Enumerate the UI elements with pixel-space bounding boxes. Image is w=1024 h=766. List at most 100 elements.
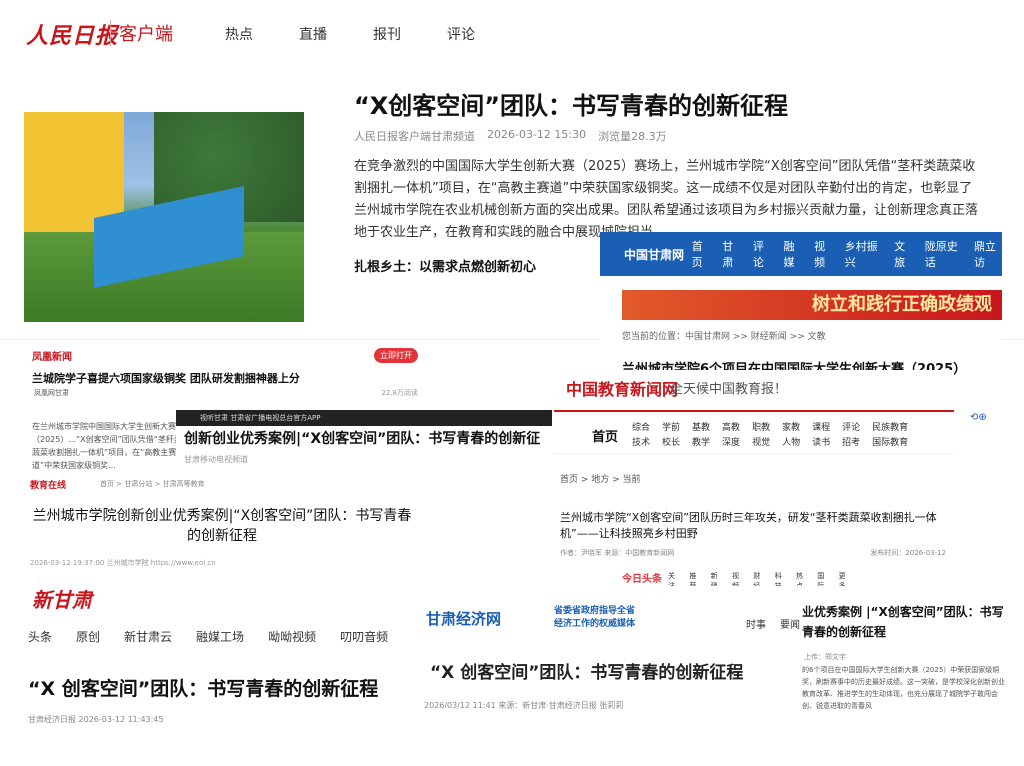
nav-item[interactable]: 评论 [753, 238, 772, 270]
nav-item[interactable]: 原创 [76, 628, 100, 645]
edu-news-logo[interactable]: 中国教育新闻网 [566, 376, 678, 400]
article-subheading: 扎根乡土：以需求点燃创新初心 [354, 260, 537, 275]
gansu-economy-logo[interactable]: 甘肃经济网 [426, 608, 501, 629]
gansu-net-nav: 首页 甘肃 评论 融媒 视频 乡村振兴 文旅 陇原史话 鼎立访 [692, 238, 1002, 270]
nav-item[interactable]: 科技 [775, 571, 788, 586]
new-gansu-article: 新甘肃 头条 原创 新甘肃云 融媒工场 呦呦视频 叨叨音频 “X 创客空间”团队… [12, 578, 408, 738]
article-meta: 人民日报客户端甘肃频道 2026-03-12 15:30 浏览量28.3万 [354, 128, 667, 144]
peoples-daily-logo[interactable]: 人民日报 [26, 18, 118, 50]
gansu-economy-title: “X 创客空间”团队：书写青春的创新征程 [430, 663, 744, 683]
open-app-button[interactable]: 立即打开 [374, 348, 418, 363]
nav-item[interactable]: 家教 [782, 420, 800, 433]
toutiao-header: 今日头条 关注 推荐 新疆 视频 财经 科技 热点 国际 更多 [622, 566, 852, 586]
nav-item[interactable]: 国际教育 [872, 435, 908, 448]
nav-item[interactable]: 推荐 [689, 571, 702, 586]
nav-item[interactable]: 高教 [722, 420, 740, 433]
nav-item[interactable]: 视觉 [752, 435, 770, 448]
gansu-tv-topbar: 视听甘肃 甘肃省广播电视总台官方APP [176, 410, 552, 426]
tagline-line2: 经济工作的权威媒体 [554, 619, 636, 629]
nav-item[interactable]: 融媒 [784, 238, 803, 270]
nav-papers[interactable]: 报刊 [373, 24, 401, 44]
nav-item[interactable]: 融媒工场 [196, 628, 244, 645]
eol-logo[interactable]: 教育在线 [30, 478, 66, 491]
new-gansu-nav: 头条 原创 新甘肃云 融媒工场 呦呦视频 叨叨音频 [28, 628, 388, 645]
nav-live[interactable]: 直播 [299, 24, 327, 44]
gansu-net-navbar: 中国甘肃网 首页 甘肃 评论 融媒 视频 乡村振兴 文旅 陇原史话 鼎立访 [600, 232, 1002, 276]
gansu-economy-meta: 2026/03/12 11:41 来源：新甘肃·甘肃经济日报 张莉莉 [424, 701, 624, 710]
toutiao-logo[interactable]: 今日头条 [622, 570, 662, 585]
gansu-net-article: 中国甘肃网 首页 甘肃 评论 融媒 视频 乡村振兴 文旅 陇原史话 鼎立访 树立… [600, 232, 1002, 392]
nav-hot[interactable]: 热点 [225, 24, 253, 44]
nav-item[interactable]: 鼎立访 [974, 238, 1002, 270]
collage-canvas: 人民日报 客户端 热点 直播 报刊 评论 “X创客空间”团队：书写青春的创新征程… [0, 0, 1024, 766]
ifeng-text: 在兰州城市学院中国国际大学生创新大赛（2025）...“X创客空间”团队凭借“茎… [32, 422, 182, 470]
nav-comments[interactable]: 评论 [447, 24, 475, 44]
nav-item[interactable]: 职教 [752, 420, 770, 433]
gansu-economy-article: 甘肃经济网 省委省政府指导全省 经济工作的权威媒体 时事 要闻 “X 创客空间”… [402, 602, 802, 722]
ifeng-views: 22.8万阅读 [381, 389, 418, 397]
gansu-net-breadcrumb: 您当前的位置：中国甘肃网 >> 财经新闻 >> 文教 [622, 332, 826, 342]
partial-title: 业优秀案例 |“X创客空间”团队：书写青春的创新征程 [802, 605, 1004, 639]
nav-item[interactable]: 甘肃 [722, 238, 741, 270]
meta-time: 2026-03-12 15:30 [487, 128, 587, 141]
nav-item[interactable]: 陇原史话 [925, 238, 962, 270]
gansu-net-logo[interactable]: 中国甘肃网 [600, 246, 692, 263]
nav-item[interactable]: 时事 [746, 616, 766, 631]
nav-item[interactable]: 呦呦视频 [268, 628, 316, 645]
nav-item[interactable]: 视频 [814, 238, 833, 270]
nav-item[interactable]: 课程 [812, 420, 830, 433]
gansu-economy-nav: 时事 要闻 [746, 616, 800, 631]
nav-item[interactable]: 国际 [817, 571, 830, 586]
edu-news-title: 兰州城市学院“X创客空间”团队历时三年攻关，研发“茎秆类蔬菜收割捆扎一体机”——… [560, 511, 937, 540]
ifeng-source: 凤凰网甘肃 [34, 389, 69, 397]
gansu-economy-tagline: 省委省政府指导全省 经济工作的权威媒体 [554, 605, 635, 631]
meta-views: 浏览量28.3万 [598, 130, 667, 143]
nav-item[interactable]: 财经 [753, 571, 766, 586]
nav-item[interactable]: 综合 [632, 420, 650, 433]
nav-item[interactable]: 校长 [662, 435, 680, 448]
nav-item[interactable]: 首页 [692, 238, 711, 270]
nav-item[interactable]: 头条 [28, 628, 52, 645]
nav-item[interactable]: 乡村振兴 [845, 238, 882, 270]
client-label: 客户端 [110, 20, 173, 46]
new-gansu-logo[interactable]: 新甘肃 [32, 584, 92, 613]
ifeng-logo[interactable]: 凤凰新闻 [32, 348, 72, 363]
edu-news-slogan: 全天候中国教育报！ [670, 382, 788, 397]
nav-item[interactable]: 招考 [842, 435, 860, 448]
nav-item[interactable]: 评论 [842, 420, 860, 433]
new-gansu-title: “X 创客空间”团队：书写青春的创新征程 [28, 678, 379, 700]
edu-news-article: 中国教育新闻网 全天候中国教育报！ 首页 综合 学前 基教 高教 职教 家教 课… [554, 370, 954, 566]
eol-article: 教育在线 首页 > 甘肃分站 > 甘肃高等教育 兰州城市学院创新创业优秀案例|“… [26, 472, 416, 572]
nav-item[interactable]: 教学 [692, 435, 710, 448]
eol-title: 兰州城市学院创新创业优秀案例|“X创客空间”团队：书写青春的创新征程 [32, 508, 412, 544]
article-body: 在竞争激烈的中国国际大学生创新大赛（2025）赛场上，兰州城市学院“X创客空间”… [354, 159, 979, 240]
article-photo [24, 112, 304, 322]
nav-item[interactable]: 人物 [782, 435, 800, 448]
gansu-tv-article: 视听甘肃 甘肃省广播电视总台官方APP 创新创业优秀案例|“X创客空间”团队：书… [176, 410, 552, 472]
gansu-tv-source: 甘肃移动电视频道 [184, 455, 248, 464]
nav-item[interactable]: 民族教育 [872, 420, 908, 433]
nav-item[interactable]: 视频 [732, 571, 745, 586]
gansu-tv-title: 创新创业优秀案例|“X创客空间”团队：书写青春的创新征 [184, 431, 541, 447]
nav-item[interactable]: 热点 [796, 571, 809, 586]
nav-item[interactable]: 学前 [662, 420, 680, 433]
nav-item[interactable]: 更多 [839, 571, 852, 586]
political-banner: 树立和践行正确政绩观 [622, 290, 1002, 320]
nav-item[interactable]: 读书 [812, 435, 830, 448]
nav-item[interactable]: 要闻 [780, 616, 800, 631]
toutiao-nav: 关注 推荐 新疆 视频 财经 科技 热点 国际 更多 [668, 571, 852, 586]
edu-home-link[interactable]: 首页 [592, 426, 618, 445]
top-nav: 热点 直播 报刊 评论 [225, 24, 475, 44]
nav-item[interactable]: 新甘肃云 [124, 628, 172, 645]
nav-item[interactable]: 基教 [692, 420, 710, 433]
share-icon[interactable]: ⟲⊕ [970, 412, 987, 423]
nav-item[interactable]: 技术 [632, 435, 650, 448]
nav-item[interactable]: 文旅 [894, 238, 913, 270]
nav-item[interactable]: 深度 [722, 435, 740, 448]
nav-item[interactable]: 新疆 [711, 571, 724, 586]
nav-item[interactable]: 叨叨音频 [340, 628, 388, 645]
eol-meta: 2026-03-12 19:37:00 兰州城市学院 https://www.e… [30, 559, 216, 567]
nav-item[interactable]: 关注 [668, 571, 681, 586]
tagline-line1: 省委省政府指导全省 [554, 606, 636, 616]
edu-news-breadcrumb: 首页 > 地方 > 当前 [560, 475, 641, 485]
